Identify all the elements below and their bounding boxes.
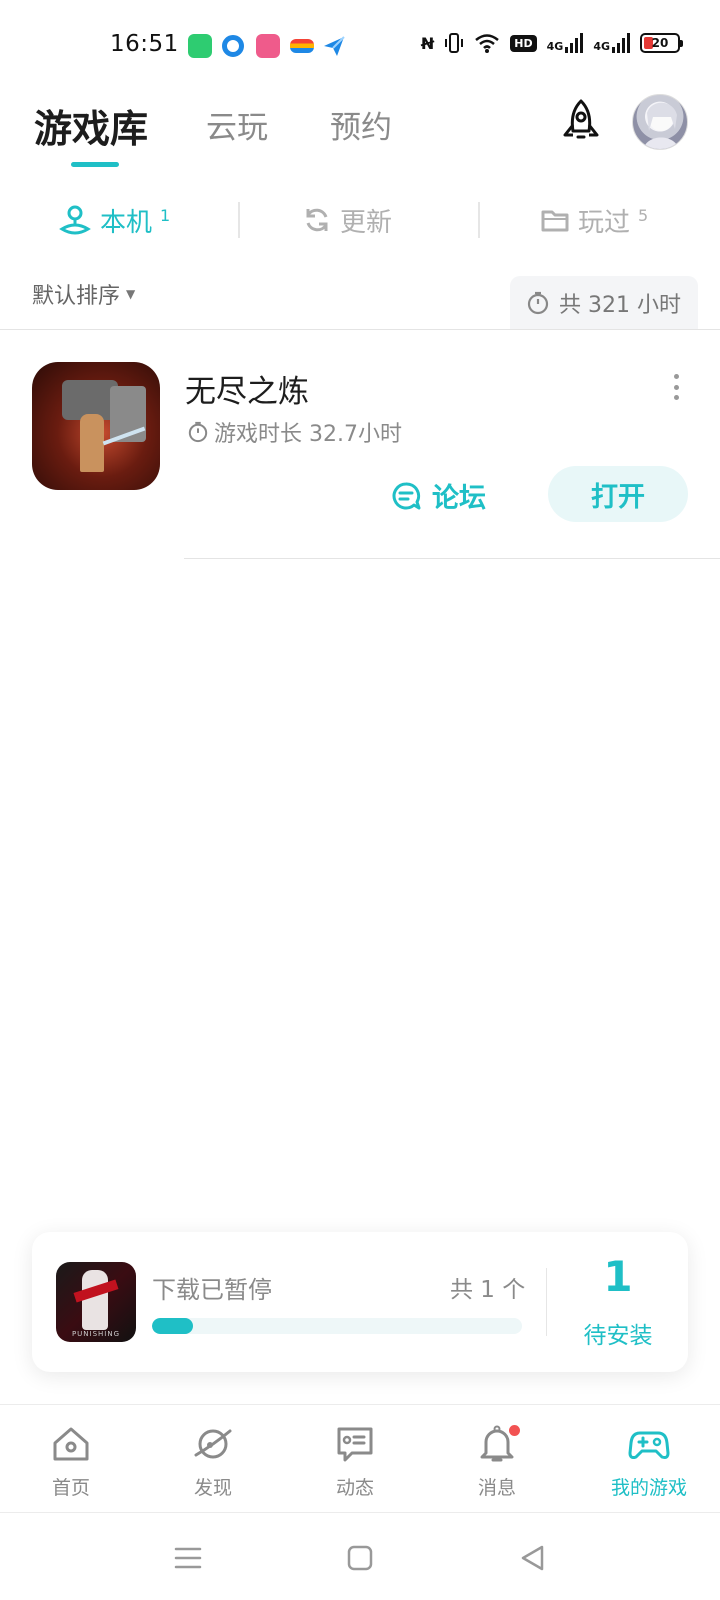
tab-cloud-play[interactable]: 云玩: [206, 102, 268, 147]
nav-home[interactable]: 首页: [16, 1423, 126, 1500]
download-progress-bar: [152, 1318, 522, 1334]
nav-my-games[interactable]: 我的游戏: [584, 1423, 714, 1500]
download-card[interactable]: PUNISHING 下载已暂停 共 1 个 1 待安装: [32, 1232, 688, 1372]
map-pin-icon: [59, 205, 91, 235]
folder-icon: [541, 210, 569, 232]
game-art-hero: [80, 414, 104, 472]
status-bar: 16:51 Ꞥ HD 4G 4G 20: [0, 0, 720, 90]
signal-2-icon: 4G: [593, 33, 630, 53]
game-icon[interactable]: [32, 362, 160, 490]
battery-level: 20: [651, 36, 669, 50]
rocket-icon[interactable]: [556, 97, 606, 147]
download-game-icon: PUNISHING: [56, 1262, 136, 1342]
nav-discover-label: 发现: [193, 1477, 232, 1499]
message-icon: [337, 1427, 373, 1462]
signal-2-label: 4G: [593, 40, 610, 53]
subtab-updates-label: 更新: [340, 207, 393, 238]
subtab-divider: [478, 202, 480, 238]
plane-app-icon: [324, 36, 345, 56]
battery-app-icon: [188, 34, 212, 58]
nav-discover[interactable]: 发现: [158, 1423, 268, 1500]
divider: [0, 329, 720, 330]
timer-icon: [188, 421, 208, 443]
refresh-icon: [306, 208, 328, 232]
download-art-figure: [82, 1270, 108, 1330]
active-tab-indicator: [71, 162, 119, 167]
subtab-updates[interactable]: 更新: [302, 190, 392, 250]
home-icon: [53, 1427, 89, 1461]
subtab-played-label: 玩过: [578, 207, 631, 238]
download-total: 共 1 个: [450, 1277, 526, 1303]
divider: [546, 1268, 547, 1336]
game-title[interactable]: 无尽之炼: [185, 366, 309, 411]
download-status: 下载已暂停: [152, 1276, 272, 1304]
sort-label: 默认排序: [32, 284, 121, 309]
subtab-played[interactable]: 玩过 5: [540, 190, 648, 250]
download-game-logo: PUNISHING: [71, 1330, 121, 1338]
home-square-icon[interactable]: [345, 1543, 375, 1573]
wallet-app-icon: [290, 39, 314, 53]
avatar-image: [643, 102, 679, 149]
signal-bars-1-icon: [565, 33, 584, 53]
divider: [184, 558, 720, 559]
signal-bars-2-icon: [612, 33, 630, 53]
subtab-local-label: 本机: [100, 207, 153, 238]
subtab-local-count: 1: [160, 206, 171, 225]
system-navigation-bar: [0, 1512, 720, 1600]
download-progress-fill: [152, 1318, 193, 1334]
bottom-navigation: 首页 发现 动态 消息 我的游戏: [0, 1404, 720, 1512]
nav-home-label: 首页: [51, 1477, 90, 1499]
timer-icon: [527, 291, 549, 315]
tab-reservations[interactable]: 预约: [330, 102, 392, 147]
subtab-played-count: 5: [638, 206, 649, 225]
pending-install-count: 1: [603, 1252, 633, 1301]
signal-1-icon: 4G: [547, 33, 584, 53]
nav-messages[interactable]: 消息: [442, 1423, 552, 1500]
nfc-icon: Ꞥ: [420, 33, 435, 53]
sort-dropdown[interactable]: 默认排序 ▼: [32, 278, 135, 310]
tab-game-library[interactable]: 游戏库: [34, 98, 148, 153]
status-time: 16:51: [110, 31, 179, 57]
nav-feed-label: 动态: [335, 1477, 374, 1499]
pending-install-label: 待安装: [583, 1323, 653, 1349]
user-avatar[interactable]: [632, 94, 688, 150]
browser-app-icon: [222, 35, 244, 57]
nav-messages-label: 消息: [477, 1477, 516, 1499]
planet-icon: [194, 1429, 232, 1459]
back-icon[interactable]: [518, 1543, 548, 1573]
subtab-local[interactable]: 本机 1: [58, 190, 170, 250]
game-playtime: 游戏时长 32.7小时: [188, 416, 402, 448]
hd-icon: HD: [510, 34, 537, 52]
vibrate-icon: [445, 33, 464, 53]
gamepad-icon: [628, 1431, 670, 1459]
wifi-icon: [475, 34, 500, 53]
more-options-icon[interactable]: [672, 374, 680, 400]
game-playtime-text: 游戏时长 32.7小时: [214, 422, 402, 447]
caret-down-icon: ▼: [126, 287, 136, 301]
battery-icon: 20: [640, 33, 683, 53]
open-game-button[interactable]: 打开: [548, 466, 688, 522]
nav-feed[interactable]: 动态: [300, 1423, 410, 1500]
sub-tabs: 本机 1 更新 玩过 5: [0, 190, 720, 250]
notification-badge: [507, 1423, 522, 1438]
video-app-icon: [256, 34, 280, 58]
nav-my-games-label: 我的游戏: [610, 1477, 687, 1499]
menu-icon[interactable]: [173, 1543, 203, 1573]
forum-button-label: 论坛: [432, 483, 486, 514]
total-playtime: 共 321 小时: [559, 293, 681, 318]
status-indicators: Ꞥ HD 4G 4G 20: [420, 32, 683, 54]
subtab-divider: [238, 202, 240, 238]
forum-icon: [392, 482, 421, 509]
forum-button[interactable]: 论坛: [390, 476, 486, 515]
header: 游戏库 云玩 预约: [0, 90, 720, 170]
total-playtime-badge: 共 321 小时: [510, 276, 698, 330]
signal-1-label: 4G: [546, 40, 564, 53]
